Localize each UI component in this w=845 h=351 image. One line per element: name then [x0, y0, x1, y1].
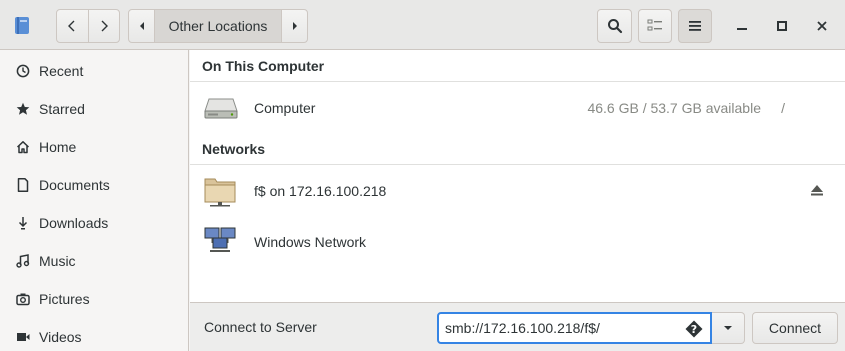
minimize-icon: [737, 28, 747, 30]
question-diamond-icon: ?: [685, 320, 703, 338]
chevron-left-icon: [68, 20, 75, 32]
path-scroll-right-button[interactable]: [282, 10, 307, 42]
section-title: On This Computer: [202, 58, 325, 74]
network-folder-icon: [204, 178, 236, 207]
clock-icon: [16, 64, 30, 78]
sidebar: Recent Starred Home Documents Downloads …: [0, 50, 189, 351]
history-navigation: [56, 9, 120, 43]
close-button[interactable]: [811, 15, 833, 37]
eject-button[interactable]: [810, 183, 826, 199]
connect-to-server-label: Connect to Server: [204, 319, 317, 335]
eject-icon: [811, 185, 823, 196]
path-scroll-left-button[interactable]: [129, 10, 154, 42]
search-icon: [607, 19, 622, 34]
recent-servers-dropdown[interactable]: [712, 312, 745, 344]
sidebar-item-label: Pictures: [39, 291, 90, 307]
sidebar-item-recent[interactable]: Recent: [0, 52, 188, 90]
sidebar-item-videos[interactable]: Videos: [0, 318, 188, 351]
main-menu-button[interactable]: [678, 9, 712, 43]
download-icon: [18, 217, 28, 230]
mount-path: /: [781, 100, 785, 116]
windows-network-icon: [204, 227, 236, 252]
star-icon: [16, 102, 30, 115]
sidebar-item-music[interactable]: Music: [0, 242, 188, 280]
location-name: Windows Network: [254, 234, 367, 250]
document-icon: [17, 178, 29, 192]
arrow-right-icon: [292, 22, 297, 30]
files-app-icon: [14, 16, 32, 39]
hamburger-menu-icon: [689, 21, 701, 31]
sidebar-item-starred[interactable]: Starred: [0, 90, 188, 128]
header-bar: Other Locations: [0, 0, 845, 50]
connect-button[interactable]: Connect: [752, 312, 838, 344]
minimize-button[interactable]: [731, 15, 753, 37]
connect-to-server-bar: Connect to Server ? Connect: [190, 302, 845, 351]
sidebar-item-pictures[interactable]: Pictures: [0, 280, 188, 318]
hard-drive-icon: [204, 98, 238, 119]
sidebar-item-documents[interactable]: Documents: [0, 166, 188, 204]
server-address-help-button[interactable]: ?: [685, 320, 703, 338]
close-icon: [817, 21, 827, 31]
sidebar-item-label: Music: [39, 253, 76, 269]
list-view-icon: [647, 19, 662, 31]
location-name: f$ on 172.16.100.218: [254, 183, 387, 199]
search-button[interactable]: [597, 9, 632, 43]
sidebar-item-label: Recent: [39, 63, 84, 79]
video-icon: [17, 333, 30, 341]
caret-down-icon: [724, 326, 732, 330]
forward-button[interactable]: [87, 10, 119, 42]
view-toggle-button[interactable]: [638, 9, 672, 43]
back-button[interactable]: [57, 10, 88, 42]
arrow-left-icon: [139, 22, 144, 30]
camera-icon: [16, 293, 30, 306]
locations-list: On This Computer Computer 46.6 GB / 53.7…: [190, 50, 845, 302]
section-header-networks: Networks: [190, 133, 845, 165]
server-address-input[interactable]: [437, 312, 712, 344]
sidebar-item-home[interactable]: Home: [0, 128, 188, 166]
maximize-icon: [777, 21, 787, 31]
location-name: Computer: [254, 100, 316, 116]
section-header-on-this-computer: On This Computer: [190, 50, 845, 82]
sidebar-item-label: Downloads: [39, 215, 109, 231]
sidebar-item-label: Starred: [39, 101, 85, 117]
section-title: Networks: [202, 141, 266, 157]
music-icon: [16, 254, 30, 268]
svg-text:?: ?: [691, 323, 697, 336]
sidebar-item-downloads[interactable]: Downloads: [0, 204, 188, 242]
location-row-computer[interactable]: Computer 46.6 GB / 53.7 GB available /: [190, 83, 845, 133]
storage-info: 46.6 GB / 53.7 GB available: [587, 100, 761, 116]
sidebar-item-label: Videos: [39, 329, 82, 345]
maximize-button[interactable]: [771, 15, 793, 37]
chevron-right-icon: [101, 20, 108, 32]
location-row-network-share[interactable]: f$ on 172.16.100.218: [190, 166, 845, 216]
path-bar: Other Locations: [128, 9, 308, 43]
sidebar-item-label: Home: [39, 139, 77, 155]
location-row-windows-network[interactable]: Windows Network: [190, 216, 845, 266]
breadcrumb-other-locations[interactable]: Other Locations: [154, 10, 282, 42]
sidebar-item-label: Documents: [39, 177, 110, 193]
home-icon: [16, 141, 30, 154]
